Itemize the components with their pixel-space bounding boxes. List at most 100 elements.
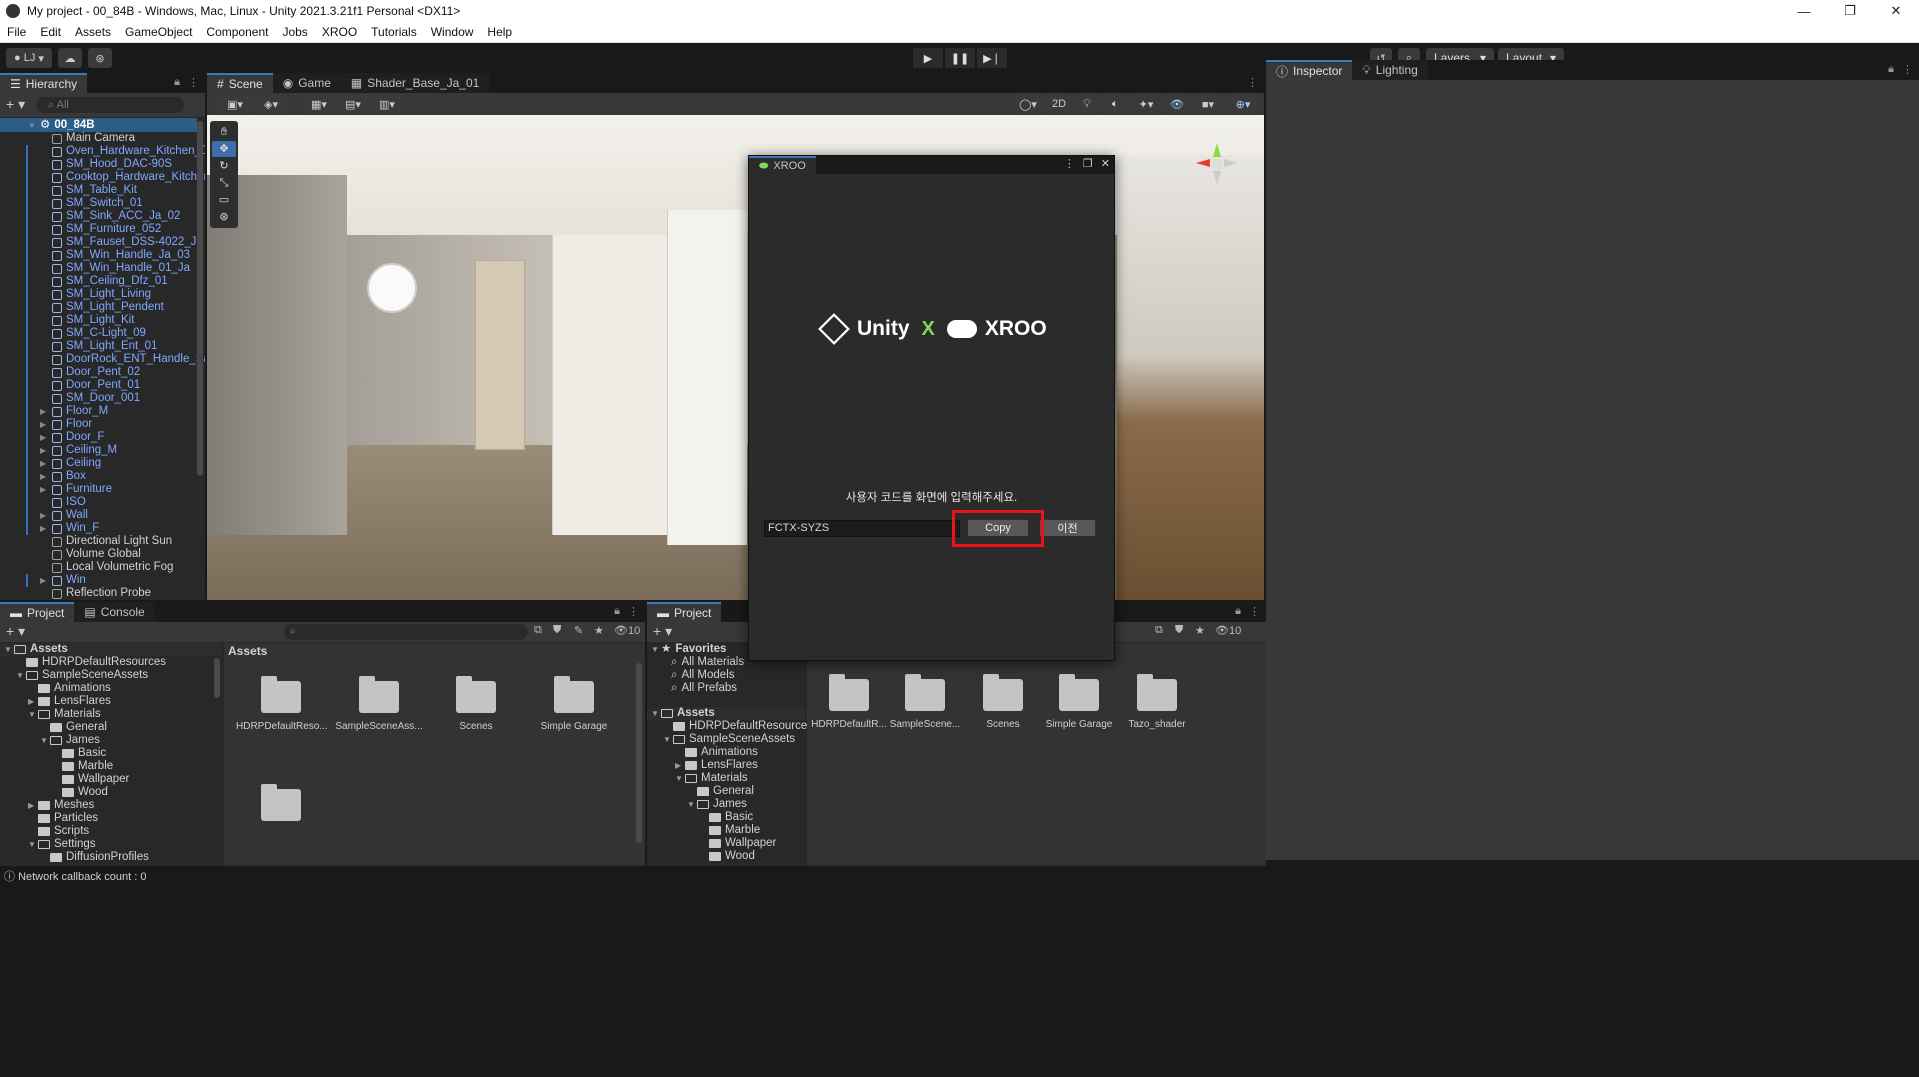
hierarchy-item[interactable]: DoorRock_ENT_Handle_Sam: [0, 353, 205, 366]
folder-tree-item[interactable]: ▼ Materials: [647, 772, 805, 785]
folder-tree-item[interactable]: ▼ Settings: [0, 838, 222, 851]
hand-tool-icon[interactable]: ✋︎: [212, 124, 236, 140]
minimize-icon[interactable]: —: [1781, 0, 1827, 22]
hierarchy-item[interactable]: ▶ Furniture: [0, 483, 197, 496]
tab-scene[interactable]: # Scene: [207, 73, 273, 93]
hidden-objects-icon[interactable]: 👁︎: [1165, 95, 1189, 113]
tab-shader[interactable]: ▦ Shader_Base_Ja_01: [340, 73, 490, 93]
tree-scrollbar[interactable]: [214, 658, 220, 698]
menu-xroo[interactable]: XROO: [315, 25, 364, 39]
lock-icon[interactable]: 🔒︎: [174, 76, 180, 89]
asset-folder[interactable]: Tazo_shader: [1117, 674, 1197, 730]
hierarchy-item[interactable]: ▶ Door_F: [0, 431, 197, 444]
expand-arrow-icon[interactable]: ▶: [40, 405, 50, 418]
menu-edit[interactable]: Edit: [33, 25, 68, 39]
menu-help[interactable]: Help: [480, 25, 519, 39]
folder-tree-item[interactable]: ▶ LensFlares: [0, 695, 222, 708]
more-icon[interactable]: ⋮: [1064, 157, 1075, 170]
effects-toggle-icon[interactable]: ✦▾: [1131, 95, 1161, 113]
folder-tree-item[interactable]: HDRPDefaultResources: [647, 720, 813, 733]
search-by-type-icon[interactable]: ⧉: [534, 624, 542, 637]
hierarchy-item[interactable]: ▶ Win_F: [0, 522, 197, 535]
expand-arrow-icon[interactable]: ▶: [40, 509, 50, 522]
pause-icon[interactable]: ❚❚: [945, 48, 975, 68]
expand-arrow-icon[interactable]: ▶: [40, 418, 50, 431]
account-dropdown[interactable]: ● LJ ▾: [6, 48, 52, 68]
folder-tree-item[interactable]: ▼ Assets: [647, 707, 805, 720]
create-asset-button[interactable]: + ▾: [6, 623, 25, 640]
hierarchy-item[interactable]: Door_Pent_02: [0, 366, 197, 379]
menu-jobs[interactable]: Jobs: [275, 25, 314, 39]
expand-arrow-icon[interactable]: ▶: [28, 695, 38, 708]
folder-tree-item[interactable]: ▶ Meshes: [0, 799, 222, 812]
folder-tree-item[interactable]: Marble: [0, 760, 222, 773]
hierarchy-item[interactable]: SM_Light_Pendent: [0, 301, 197, 314]
hierarchy-item[interactable]: ISO: [0, 496, 197, 509]
menu-file[interactable]: File: [0, 25, 33, 39]
hierarchy-search-input[interactable]: ⌕ All: [36, 97, 184, 113]
menu-window[interactable]: Window: [424, 25, 481, 39]
lock-icon[interactable]: 🔒︎: [1888, 63, 1894, 76]
tab-hierarchy[interactable]: ☰ Hierarchy: [0, 73, 88, 93]
hierarchy-item[interactable]: ▶ Ceiling_M: [0, 444, 197, 457]
lock-icon[interactable]: 🔒︎: [614, 605, 620, 618]
cloud-icon[interactable]: ☁: [58, 48, 82, 68]
folder-tree-item[interactable]: Scripts: [0, 825, 222, 838]
asset-folder[interactable]: [236, 784, 326, 829]
folder-tree-item[interactable]: Animations: [0, 682, 222, 695]
asset-folder[interactable]: Simple Garage: [1039, 674, 1119, 730]
add-object-button[interactable]: + ▾: [6, 96, 25, 113]
search-by-label-icon[interactable]: ⛊: [553, 624, 561, 637]
hierarchy-item[interactable]: SM_Sink_ACC_Ja_02: [0, 210, 197, 223]
tab-project-right[interactable]: ▬ Project: [647, 602, 722, 622]
hierarchy-item[interactable]: Directional Light Sun: [0, 535, 197, 548]
folder-tree-item[interactable]: ▶ LensFlares: [647, 759, 805, 772]
menu-gameobject[interactable]: GameObject: [118, 25, 199, 39]
tab-xroo[interactable]: ⬬ XROO: [749, 156, 816, 174]
hierarchy-item[interactable]: SM_Win_Handle_01_Ja: [0, 262, 197, 275]
folder-tree-item[interactable]: Basic: [0, 747, 222, 760]
hierarchy-item[interactable]: SM_Light_Kit: [0, 314, 197, 327]
hierarchy-item[interactable]: SM_Switch_01: [0, 197, 197, 210]
expand-arrow-icon[interactable]: ▼: [651, 707, 661, 720]
folder-tree-item[interactable]: Wallpaper: [647, 837, 805, 850]
audio-toggle-icon[interactable]: 🔈︎: [1103, 95, 1127, 113]
camera-icon[interactable]: ◯▾: [1013, 95, 1043, 113]
asset-folder[interactable]: Simple Garage: [529, 676, 619, 732]
asset-folder[interactable]: HDRPDefaultR...: [809, 674, 889, 730]
expand-arrow-icon[interactable]: ▼: [4, 643, 14, 656]
tab-inspector[interactable]: ⓘ Inspector: [1266, 60, 1353, 80]
menu-assets[interactable]: Assets: [68, 25, 118, 39]
hierarchy-item[interactable]: SM_Light_Ent_01: [0, 340, 197, 353]
maximize-icon[interactable]: ❐: [1827, 0, 1873, 22]
expand-arrow-icon[interactable]: ▶: [675, 759, 685, 772]
folder-tree-item[interactable]: ▼ Materials: [0, 708, 222, 721]
folder-tree-item[interactable]: Animations: [647, 746, 805, 759]
scale-tool-icon[interactable]: ⤡: [212, 175, 236, 191]
snap-icon[interactable]: ▤▾: [337, 95, 369, 113]
lighting-toggle-icon[interactable]: 💡︎: [1075, 95, 1099, 113]
hierarchy-item[interactable]: ▶ Ceiling: [0, 457, 197, 470]
rect-tool-icon[interactable]: ▭: [212, 192, 236, 208]
folder-tree-item[interactable]: DiffusionProfiles: [0, 851, 222, 864]
folder-tree-item[interactable]: Wallpaper: [0, 773, 222, 786]
folder-tree-item[interactable]: ▼ SampleSceneAssets: [647, 733, 805, 746]
hierarchy-item[interactable]: SM_Table_Kit: [0, 184, 197, 197]
play-icon[interactable]: ▶: [913, 48, 943, 68]
hierarchy-item[interactable]: Reflection Probe: [0, 587, 197, 600]
move-tool-icon[interactable]: ✥: [212, 141, 236, 157]
expand-arrow-icon[interactable]: ▶: [40, 457, 50, 470]
tab-console[interactable]: ▤ Console: [74, 602, 155, 622]
scene-root-row[interactable]: ▼ ⚙ 00_84B: [0, 118, 197, 132]
scene-camera-icon[interactable]: ■▾: [1193, 95, 1223, 113]
hierarchy-item[interactable]: ▶ Floor_M: [0, 405, 197, 418]
expand-arrow-icon[interactable]: ▼: [16, 669, 26, 682]
menu-tutorials[interactable]: Tutorials: [364, 25, 424, 39]
transform-tool-icon[interactable]: ⊛: [212, 209, 236, 225]
folder-tree-item[interactable]: Particles: [0, 812, 222, 825]
tab-project[interactable]: ▬ Project: [0, 602, 75, 622]
expand-arrow-icon[interactable]: ▼: [40, 734, 50, 747]
more-icon[interactable]: ⋮: [1902, 63, 1913, 76]
folder-tree-item[interactable]: Wood: [647, 850, 805, 863]
hidden-packages-icon[interactable]: 👁︎10: [614, 624, 640, 637]
